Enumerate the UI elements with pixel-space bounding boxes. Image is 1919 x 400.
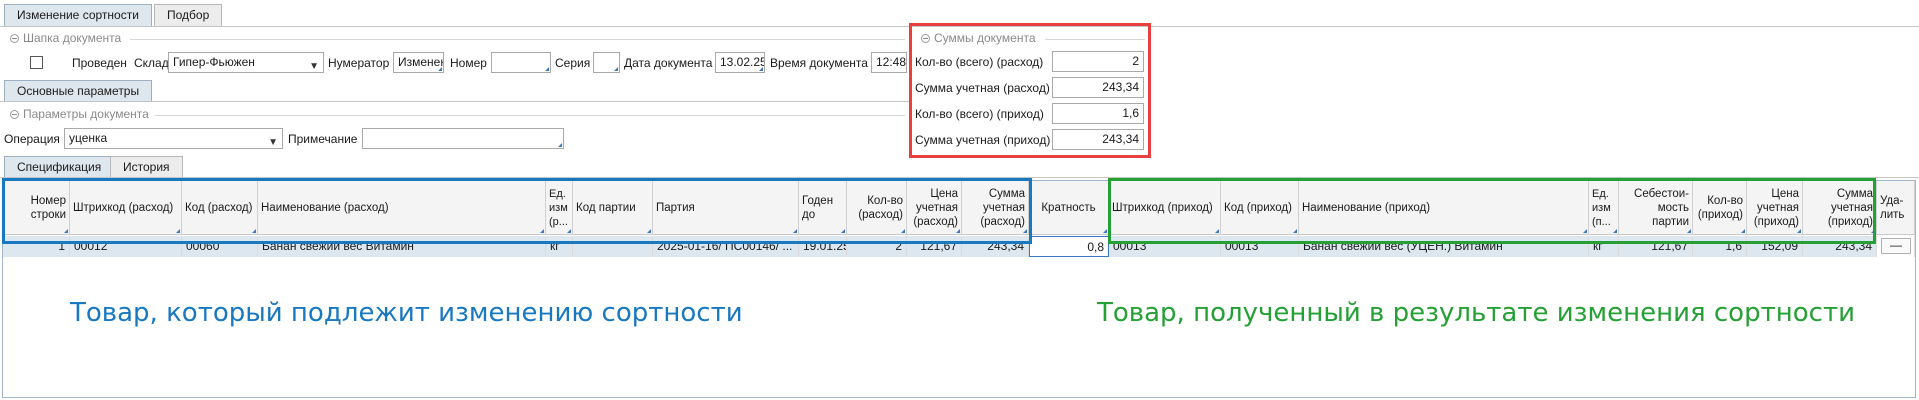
warehouse-select[interactable]: Гипер-Фьюжен ▼ [168,52,324,73]
params-group-title[interactable]: Параметры документа [10,107,149,121]
note-field[interactable] [362,128,564,149]
number-label: Номер [450,56,487,70]
date-field[interactable]: 13.02.25 [715,52,765,73]
header-group-title[interactable]: Шапка документа [10,31,121,45]
delete-row-button[interactable]: — [1881,238,1911,254]
chevron-down-icon: ▼ [268,137,278,148]
annotation-outgoing: Товар, который подлежит изменению сортно… [70,298,743,328]
number-field[interactable] [491,52,551,73]
cell-ratio[interactable]: 0,8 [1029,236,1109,257]
date-label: Дата документа [624,56,713,70]
outgoing-highlight-box [2,178,1032,244]
header-group-rule [130,39,905,40]
annotation-incoming: Товар, полученный в результате изменения… [1097,298,1855,328]
tab-history[interactable]: История [110,156,183,177]
posted-checkbox[interactable] [30,56,43,69]
tab-grade-change[interactable]: Изменение сортности [4,4,152,26]
note-label: Примечание [288,132,358,146]
series-label: Серия [555,56,591,70]
col-header-ratio[interactable]: Кратность [1029,181,1109,235]
cell-delete: — [1877,236,1915,257]
tab-main-params[interactable]: Основные параметры [4,80,153,101]
numerator-label: Нумератор [328,56,390,70]
collapse-icon [10,109,19,119]
incoming-highlight-box [1108,178,1876,244]
chevron-down-icon: ▼ [309,61,319,72]
operation-select[interactable]: уценка ▼ [64,128,283,149]
col-header-delete[interactable]: Уда- лить [1877,181,1915,235]
params-group-rule [155,115,905,116]
time-field[interactable]: 12:48 [871,52,907,73]
warehouse-label: Склад [134,56,169,70]
tab-selection[interactable]: Подбор [154,4,223,26]
sums-highlight-box [909,23,1151,158]
operation-label: Операция [4,132,60,146]
posted-label: Проведен [72,56,127,70]
series-field[interactable] [593,52,620,73]
numerator-field[interactable]: Изменен [393,52,444,73]
time-label: Время документа [770,56,868,70]
main-params-divider [0,101,910,102]
tab-specification[interactable]: Спецификация [4,156,115,177]
collapse-icon [10,33,19,43]
